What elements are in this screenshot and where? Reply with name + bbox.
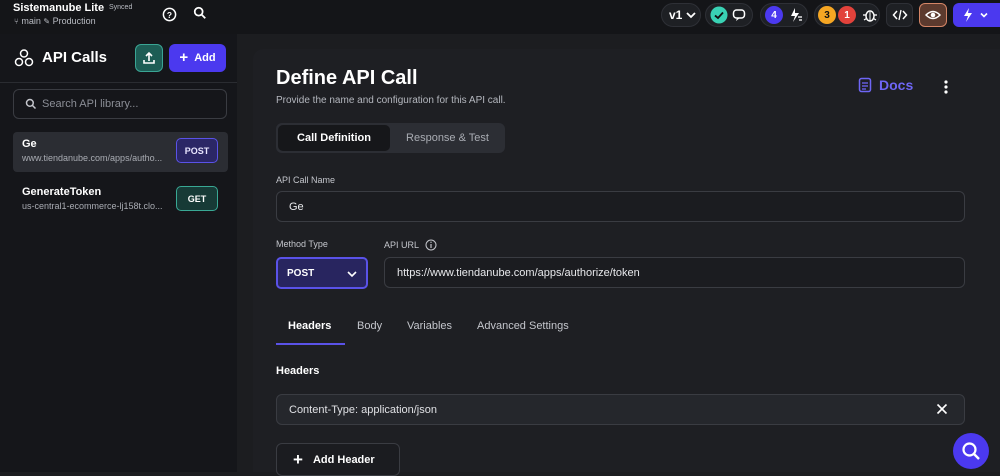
api-call-name-label: API Call Name: [276, 175, 336, 185]
plus-icon: +: [179, 49, 189, 66]
add-button-label: Add: [194, 52, 216, 64]
docs-label: Docs: [879, 77, 914, 93]
bug-icon: [863, 10, 877, 22]
definition-tabs: Call Definition Response & Test: [276, 123, 505, 153]
api-call-name-value: Ge: [289, 200, 304, 213]
add-header-button[interactable]: + Add Header: [276, 443, 400, 476]
eye-icon: [925, 10, 941, 20]
lightning-icon: [964, 8, 972, 22]
tab-body[interactable]: Body: [357, 320, 382, 332]
headers-section-label: Headers: [276, 365, 320, 377]
search-api-field[interactable]: [13, 89, 227, 119]
add-header-label: Add Header: [312, 453, 375, 466]
api-url-field[interactable]: https://www.tiendanube.com/apps/authoriz…: [384, 257, 965, 288]
environment-name: Production: [52, 16, 96, 26]
svg-text:?: ?: [167, 10, 172, 20]
api-call-url: us-central1-ecommerce-lj158t.clo...: [22, 201, 163, 211]
sidebar: API Calls + Add Ge www.tiendanube.com/ap…: [0, 34, 237, 472]
chevron-down-icon: [980, 12, 988, 18]
api-call-item[interactable]: GenerateToken us-central1-ecommerce-lj15…: [13, 180, 228, 220]
search-api-input[interactable]: [42, 90, 222, 118]
define-api-panel: Define API Call Provide the name and con…: [253, 49, 1000, 476]
comments-icon: [732, 9, 746, 21]
check-circle-icon: [710, 6, 728, 24]
search-help-button[interactable]: [953, 433, 989, 469]
top-bar: Sistemanube Lite Synced ⑂ main ✎ Product…: [0, 0, 1000, 34]
tab-variables[interactable]: Variables: [407, 320, 452, 332]
sidebar-header: API Calls + Add: [0, 34, 237, 82]
sidebar-title: API Calls: [42, 49, 108, 66]
app-title[interactable]: Sistemanube Lite: [13, 2, 104, 14]
method-badge: POST: [176, 138, 218, 163]
preview-button[interactable]: [919, 3, 947, 27]
more-options-icon[interactable]: [939, 79, 953, 95]
sync-status: Synced: [109, 4, 133, 11]
docs-link[interactable]: Docs: [858, 77, 913, 93]
api-calls-icon: [14, 49, 34, 67]
error-count-badge: 1: [838, 6, 856, 24]
method-type-value: POST: [287, 267, 315, 279]
page-title: Define API Call: [276, 67, 418, 89]
help-icon[interactable]: ?: [162, 7, 177, 22]
upload-icon: [143, 51, 155, 64]
active-tab-indicator: [276, 343, 345, 345]
api-call-name: GenerateToken: [22, 186, 102, 198]
tab-headers[interactable]: Headers: [288, 320, 331, 332]
document-icon: [858, 77, 872, 93]
code-view-button[interactable]: [886, 3, 913, 27]
header-field[interactable]: Content-Type: application/json: [276, 394, 965, 425]
branch-name: main: [21, 16, 41, 26]
version-selector[interactable]: v1: [661, 3, 701, 27]
pencil-icon: ✎: [43, 17, 51, 26]
chevron-down-icon: [347, 271, 357, 278]
close-icon[interactable]: [936, 403, 948, 415]
search-icon: [25, 98, 37, 110]
checks-group[interactable]: [705, 3, 753, 27]
lightning-list-icon: [791, 8, 802, 22]
branch-icon: ⑂: [14, 17, 19, 26]
header-value: Content-Type: application/json: [289, 403, 437, 416]
collaborators-group[interactable]: 4: [760, 3, 808, 27]
info-icon[interactable]: [425, 239, 437, 251]
page-subtitle: Provide the name and configuration for t…: [276, 95, 506, 106]
method-type-label: Method Type: [276, 239, 328, 249]
chevron-down-icon: [686, 12, 696, 19]
api-url-label-text: API URL: [384, 240, 420, 250]
code-icon: [892, 9, 907, 21]
api-call-name-field[interactable]: Ge: [276, 191, 965, 222]
tab-response-test[interactable]: Response & Test: [392, 125, 503, 151]
warning-count-badge: 3: [818, 6, 836, 24]
version-label: v1: [669, 8, 683, 22]
api-call-url: www.tiendanube.com/apps/autho...: [22, 153, 163, 163]
collab-count-badge: 4: [765, 6, 783, 24]
tab-advanced-settings[interactable]: Advanced Settings: [477, 320, 569, 332]
api-call-name: Ge: [22, 138, 37, 150]
plus-icon: +: [293, 449, 303, 469]
run-button[interactable]: [953, 3, 1000, 27]
tab-call-definition[interactable]: Call Definition: [278, 125, 390, 151]
method-badge: GET: [176, 186, 218, 211]
api-call-item[interactable]: Ge www.tiendanube.com/apps/autho... POST: [13, 132, 228, 172]
branch-info[interactable]: ⑂ main ✎ Production: [14, 16, 96, 26]
search-icon: [962, 442, 980, 460]
add-api-call-button[interactable]: + Add: [169, 44, 226, 72]
api-url-label: API URL: [384, 239, 437, 251]
api-url-value: https://www.tiendanube.com/apps/authoriz…: [397, 266, 640, 279]
issues-group[interactable]: 3 1: [814, 3, 880, 27]
import-button[interactable]: [135, 44, 163, 72]
search-icon[interactable]: [193, 6, 207, 20]
divider: [0, 82, 237, 83]
method-type-select[interactable]: POST: [276, 257, 368, 289]
